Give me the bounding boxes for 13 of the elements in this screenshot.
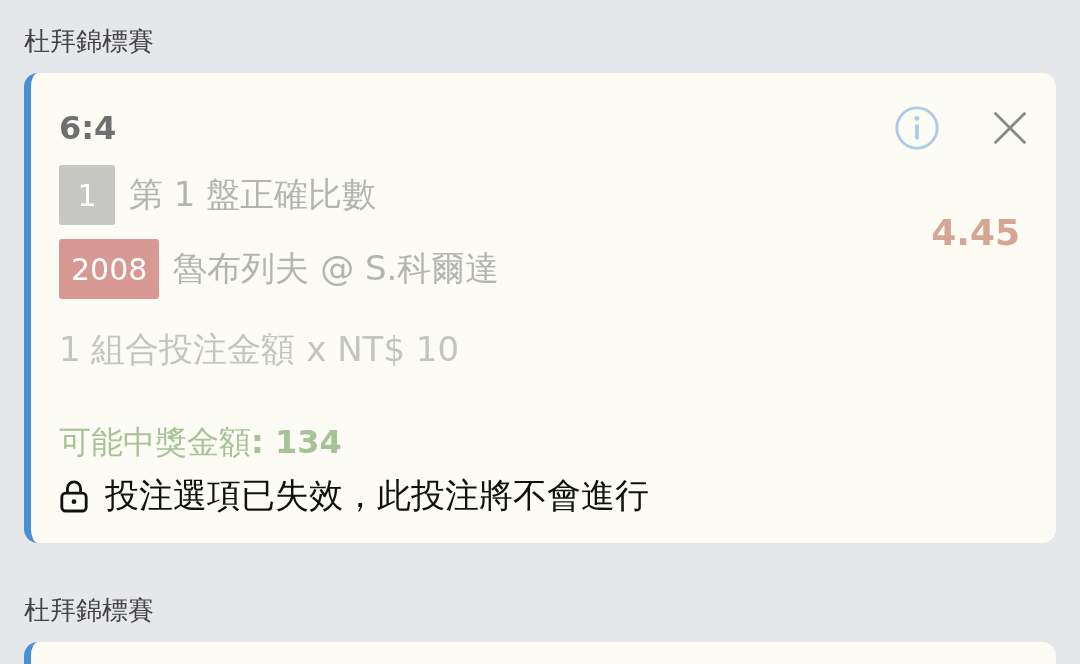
selection-badge: 2008: [59, 239, 160, 299]
selection-label: 第 1 盤正確比數: [129, 173, 377, 216]
notice-text: 投注選項已失效，此投注將不會進行: [105, 474, 649, 517]
tournament-title: 杜拜錦標賽: [24, 25, 155, 58]
lock-icon: [59, 479, 89, 513]
score-label: 6:4: [59, 109, 118, 147]
selection-badge: 1: [59, 165, 115, 225]
payout-label: 可能中獎金額: 134: [59, 422, 343, 463]
stake-label: 1 組合投注金額 x NT$ 10: [59, 328, 461, 371]
selection-label: 魯布列夫 @ S.科爾達: [173, 247, 500, 290]
odds-value: 4.45: [931, 211, 1020, 253]
tournament-title: 杜拜錦標賽: [24, 594, 155, 627]
close-icon[interactable]: [992, 110, 1028, 146]
